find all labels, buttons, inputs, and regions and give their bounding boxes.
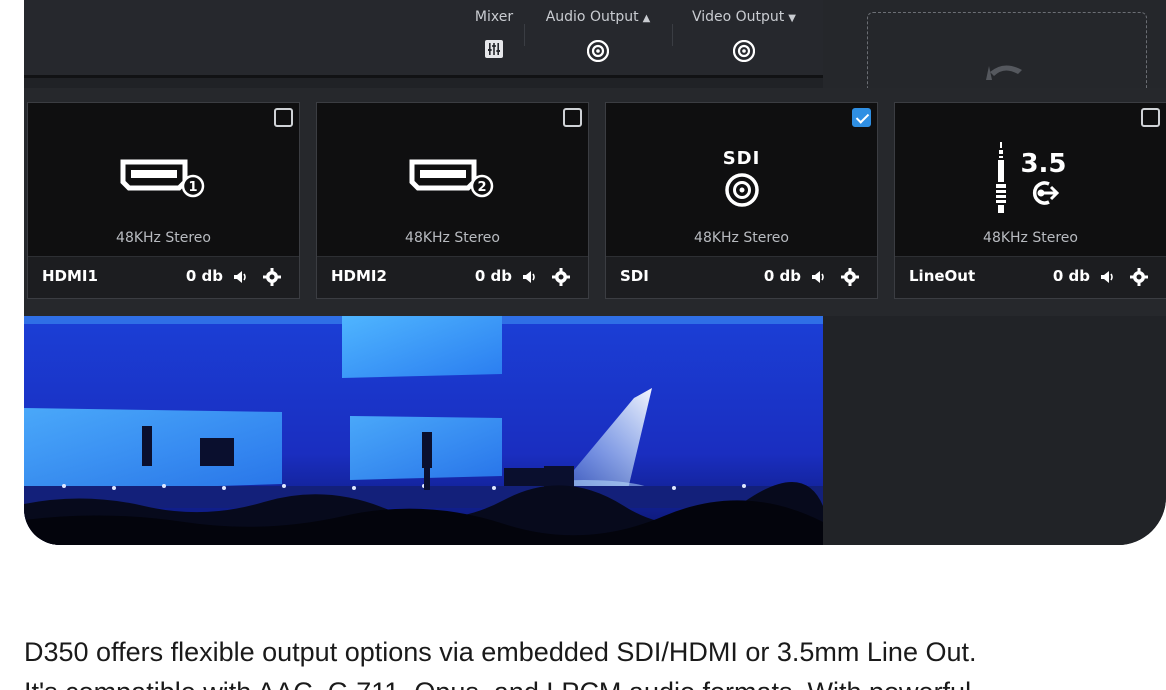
audio-format-label: 48KHz Stereo xyxy=(116,230,211,246)
undo-arrow-icon xyxy=(986,65,1022,80)
concert-stage-image xyxy=(24,316,823,545)
description-line-2: It's compatible with AAC, G.711, Opus, a… xyxy=(24,672,1166,690)
video-preview xyxy=(24,316,823,545)
hdmi-port-2-icon: 2 xyxy=(409,159,493,198)
output-arrow-icon xyxy=(1032,181,1059,205)
audio-output-label: Audio Output ▲ xyxy=(545,9,651,25)
select-checkbox[interactable] xyxy=(1141,108,1160,127)
description-line-1: D350 offers flexible output options via … xyxy=(24,637,977,667)
mixer-label: Mixer xyxy=(474,9,514,25)
output-name: HDMI2 xyxy=(331,267,387,285)
audio-format-label: 48KHz Stereo xyxy=(405,230,500,246)
output-level: 0 db xyxy=(1052,267,1090,285)
volume-icon[interactable] xyxy=(811,270,827,284)
gear-icon[interactable] xyxy=(552,268,570,286)
card-footer: SDI 0 db xyxy=(606,256,877,298)
audio-output-tool[interactable]: Audio Output ▲ xyxy=(534,6,662,68)
card-footer: HDMI1 0 db xyxy=(28,256,299,298)
card-footer: LineOut 0 db xyxy=(895,256,1166,298)
output-card-sdi[interactable]: SDI 48KHz Stereo SDI 0 db xyxy=(605,102,878,299)
output-level: 0 db xyxy=(474,267,512,285)
gear-icon[interactable] xyxy=(1130,268,1148,286)
audio-format-label: 48KHz Stereo xyxy=(983,230,1078,246)
gear-icon[interactable] xyxy=(263,268,281,286)
select-checkbox[interactable] xyxy=(563,108,582,127)
video-output-label: Video Output ▼ xyxy=(691,9,796,25)
select-checkbox-checked[interactable] xyxy=(852,108,871,127)
output-card-lineout[interactable]: 3.5 48KHz Stereo LineOut 0 db xyxy=(894,102,1166,299)
toolbar-divider xyxy=(672,24,673,46)
output-level: 0 db xyxy=(763,267,801,285)
hdmi-port-1-icon: 1 xyxy=(120,159,204,198)
video-output-icon xyxy=(733,40,755,62)
audio-format-label: 48KHz Stereo xyxy=(694,230,789,246)
volume-icon[interactable] xyxy=(1100,270,1116,284)
output-name: HDMI1 xyxy=(42,267,98,285)
output-name: LineOut xyxy=(909,267,976,285)
volume-icon[interactable] xyxy=(233,270,249,284)
audio-jack-icon xyxy=(996,142,1007,213)
line-out-3-5mm-icon: 3.5 xyxy=(1020,149,1067,207)
caret-up-icon: ▲ xyxy=(642,13,651,24)
card-footer: HDMI2 0 db xyxy=(317,256,588,298)
product-description: D350 offers flexible output options via … xyxy=(24,632,1166,690)
svg-text:1: 1 xyxy=(188,180,197,195)
toolbar-divider xyxy=(524,24,525,46)
mixer-icon xyxy=(485,40,503,58)
sdi-label: SDI xyxy=(722,148,761,169)
output-card-hdmi2[interactable]: 2 48KHz Stereo HDMI2 0 db xyxy=(316,102,589,299)
volume-icon[interactable] xyxy=(522,270,538,284)
output-card-hdmi1[interactable]: 1 48KHz Stereo HDMI1 0 db xyxy=(27,102,300,299)
svg-text:2: 2 xyxy=(477,180,486,195)
output-level: 0 db xyxy=(185,267,223,285)
video-output-tool[interactable]: Video Output ▼ xyxy=(680,6,808,68)
audio-output-icon xyxy=(587,40,609,62)
empty-panel xyxy=(823,316,1166,545)
gear-icon[interactable] xyxy=(841,268,859,286)
output-toolbar: Mixer Audio Output ▲ Video Output ▼ xyxy=(24,0,823,78)
mixer-tool[interactable]: Mixer xyxy=(470,6,518,68)
caret-down-icon: ▼ xyxy=(788,13,796,24)
select-checkbox[interactable] xyxy=(274,108,293,127)
sdi-port-icon xyxy=(724,173,759,207)
jack-size-label: 3.5 xyxy=(1020,149,1067,179)
output-name: SDI xyxy=(620,267,649,285)
